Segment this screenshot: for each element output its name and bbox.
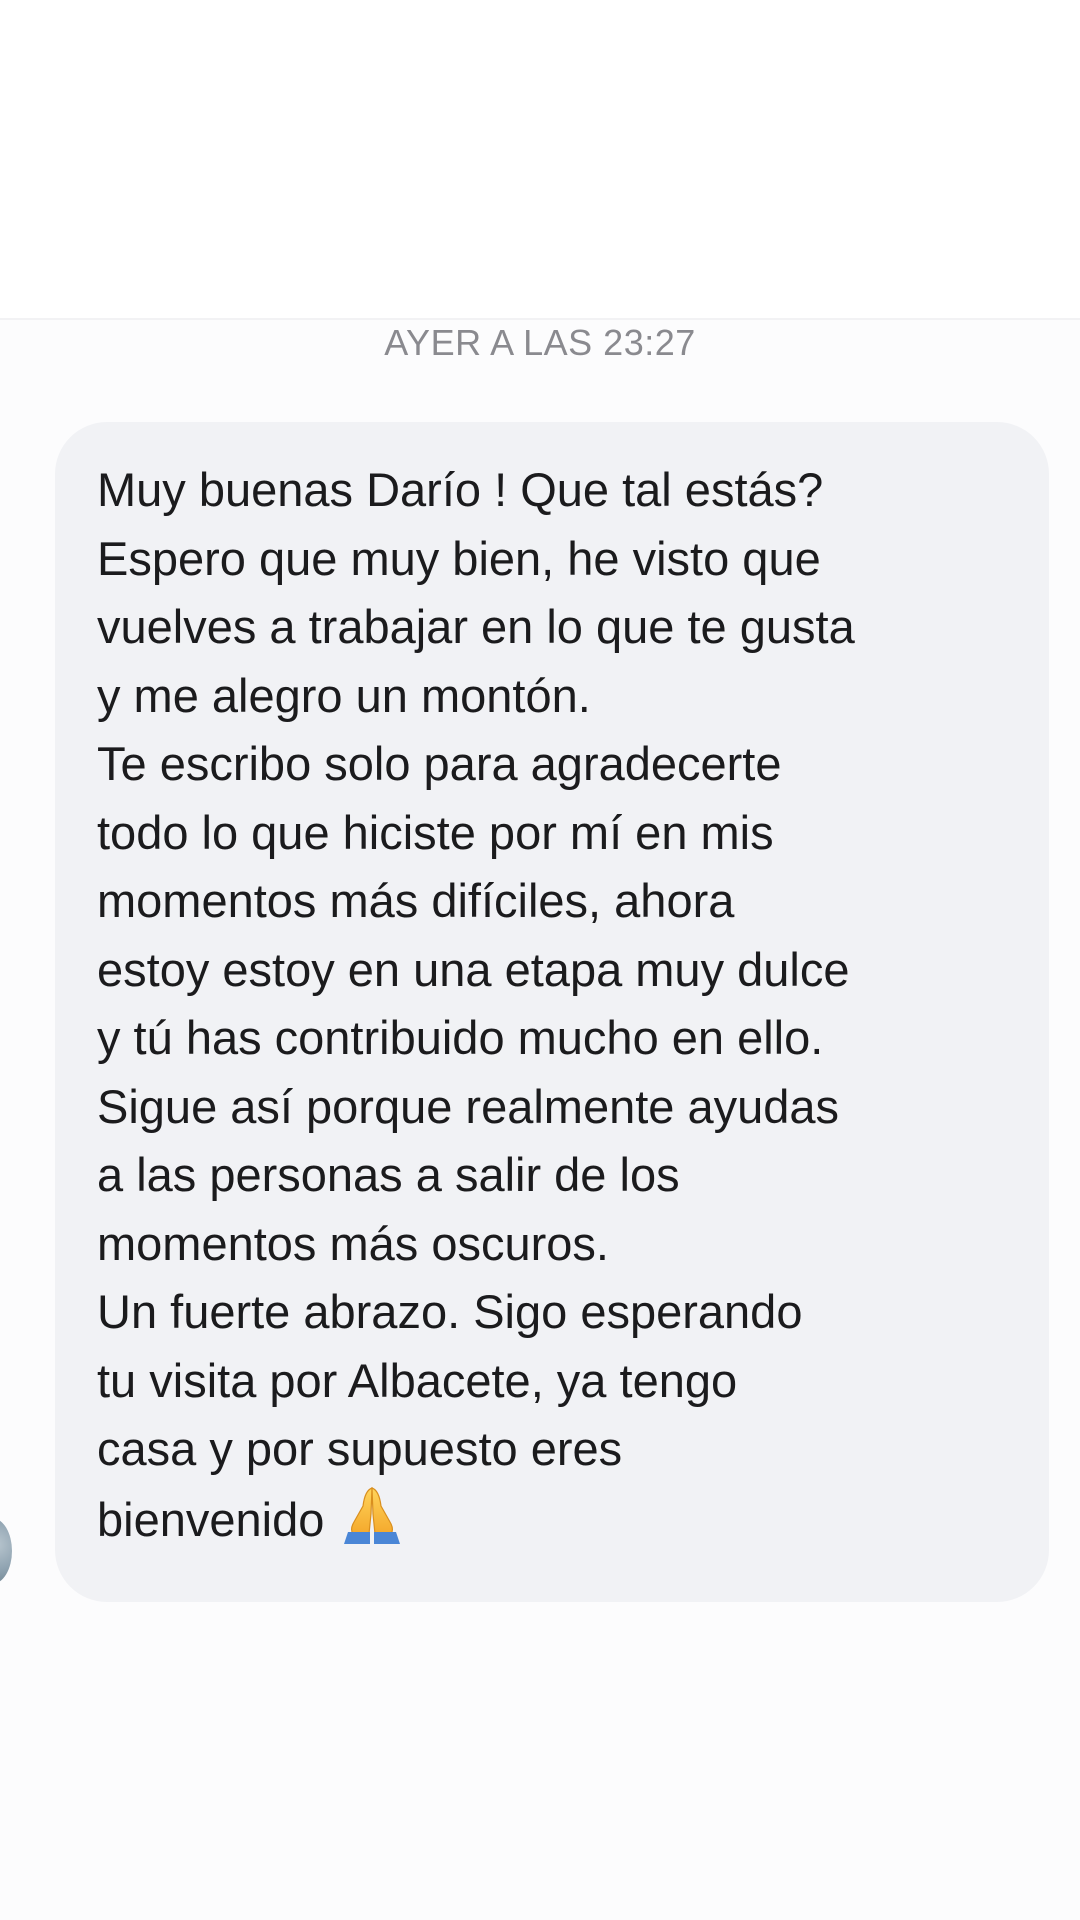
message-line: Muy buenas Darío ! Que tal estás?	[97, 463, 824, 516]
top-blank-area	[0, 0, 1080, 318]
message-line: Sigue así porque realmente ayudas	[97, 1079, 840, 1133]
message-last-line: bienvenido	[97, 1484, 1009, 1565]
message-line: tu visita por Albacete, ya tengo	[97, 1353, 738, 1407]
folded-hands-emoji-icon	[336, 1484, 408, 1565]
message-line: momentos más oscuros.	[97, 1216, 609, 1270]
message-line: a las personas a salir de los	[97, 1148, 680, 1201]
received-message-bubble[interactable]: Muy buenas Darío ! Que tal estás? Espero…	[55, 422, 1049, 1602]
message-line: todo lo que hiciste por mí en mis	[97, 805, 774, 859]
message-line: casa y por supuesto eres	[97, 1422, 623, 1475]
message-timestamp: AYER A LAS 23:27	[384, 322, 696, 363]
message-line: y me alegro un montón.	[97, 668, 591, 722]
message-line: Espero que muy bien, he visto que	[97, 531, 821, 585]
message-line: bienvenido	[97, 1492, 325, 1546]
message-line: estoy estoy en una etapa muy dulce	[97, 942, 850, 996]
message-line: y tú has contribuido mucho en ello.	[97, 1011, 824, 1064]
message-line: Un fuerte abrazo. Sigo esperando	[97, 1285, 803, 1338]
message-line: vuelves a trabajar en lo que te gusta	[97, 600, 855, 653]
message-line: momentos más difíciles, ahora	[97, 874, 735, 927]
message-line: Te escribo solo para agradecerte	[97, 737, 782, 790]
bottom-blank-area	[0, 1640, 1080, 1920]
